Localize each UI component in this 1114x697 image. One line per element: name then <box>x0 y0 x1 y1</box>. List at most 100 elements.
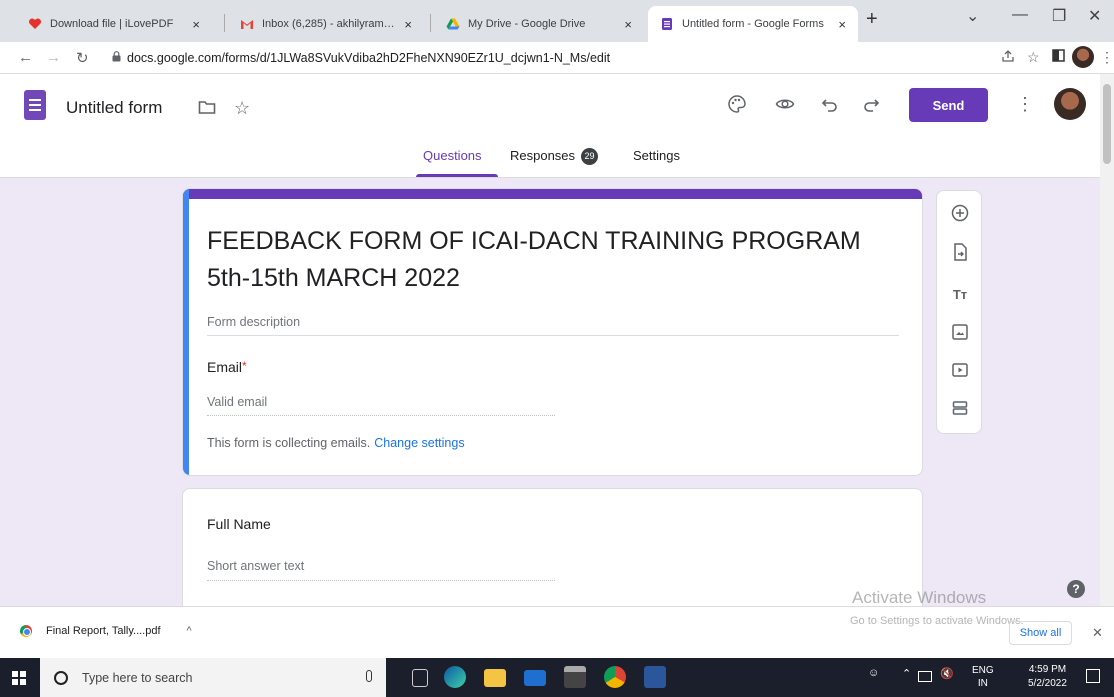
tab-drive[interactable]: My Drive - Google Drive × <box>434 6 644 42</box>
description-underline <box>207 335 899 336</box>
window-close-button[interactable]: ✕ <box>1088 6 1101 26</box>
email-label-text: Email <box>207 359 243 375</box>
tab-label: Untitled form - Google Forms <box>682 18 824 30</box>
tab-responses-label: Responses <box>510 148 576 163</box>
document-title[interactable]: Untitled form <box>66 98 162 118</box>
question-toolbar: Tт <box>936 190 982 434</box>
responses-count-badge: 29 <box>581 148 599 166</box>
side-panel-icon[interactable] <box>1052 49 1065 65</box>
download-item[interactable]: Final Report, Tally....pdf ^ <box>20 625 192 637</box>
form-description-input[interactable]: Form description <box>207 315 300 329</box>
form-title[interactable]: FEEDBACK FORM OF ICAI-DACN TRAINING PROG… <box>207 223 887 297</box>
add-video-icon[interactable] <box>949 362 971 384</box>
input-underline <box>207 580 555 581</box>
more-options-icon[interactable]: ⋮ <box>1016 94 1034 115</box>
minimize-button[interactable]: — <box>1012 6 1028 24</box>
volume-muted-icon[interactable]: 🔇 <box>940 667 954 680</box>
scrollbar-thumb[interactable] <box>1103 84 1111 164</box>
question-title[interactable]: Full Name <box>207 516 271 532</box>
url-text: docs.google.com/forms/d/1JLWa8SVukVdiba2… <box>127 51 611 65</box>
notifications-icon[interactable] <box>1086 669 1100 683</box>
task-view-icon[interactable] <box>412 669 428 687</box>
close-icon[interactable]: × <box>192 17 200 32</box>
star-icon[interactable]: ☆ <box>234 98 250 119</box>
system-clock[interactable]: 4:59 PM 5/2/2022 <box>1028 663 1067 691</box>
required-mark: * <box>242 359 247 373</box>
close-icon[interactable]: × <box>624 17 632 32</box>
avatar[interactable] <box>1054 88 1086 120</box>
edge-icon[interactable] <box>444 666 466 688</box>
forms-header: Untitled form ☆ Send ⋮ Questions Respons… <box>0 74 1100 178</box>
email-question-label: Email* <box>207 359 247 375</box>
search-icon <box>54 670 68 685</box>
tab-strip: Download file | iLovePDF × Inbox (6,285)… <box>0 0 1114 42</box>
tab-questions[interactable]: Questions <box>423 148 482 163</box>
store-icon[interactable] <box>564 666 586 688</box>
language-indicator[interactable]: ENG IN <box>972 664 994 690</box>
forms-logo-icon[interactable] <box>24 90 46 120</box>
send-button[interactable]: Send <box>909 88 988 122</box>
gmail-icon <box>240 17 254 31</box>
people-icon[interactable]: ☺ <box>868 667 879 679</box>
url-field[interactable]: docs.google.com/forms/d/1JLWa8SVukVdiba2… <box>112 46 672 70</box>
folder-icon[interactable] <box>198 99 216 120</box>
word-icon[interactable] <box>644 666 666 688</box>
tab-ilovepdf[interactable]: Download file | iLovePDF × <box>16 6 212 42</box>
add-image-icon[interactable] <box>949 324 971 346</box>
close-download-bar-icon[interactable]: ✕ <box>1092 625 1103 641</box>
change-settings-link[interactable]: Change settings <box>374 436 464 450</box>
question-card-full-name[interactable]: Full Name Short answer text <box>182 488 923 606</box>
page-scrollbar[interactable] <box>1100 74 1114 606</box>
chrome-taskbar-icon[interactable] <box>604 666 626 688</box>
undo-icon[interactable] <box>821 95 839 118</box>
download-options-caret-icon[interactable]: ^ <box>187 625 192 637</box>
tab-settings[interactable]: Settings <box>633 148 680 163</box>
active-card-indicator <box>183 189 189 475</box>
help-icon[interactable]: ? <box>1067 580 1085 598</box>
windows-taskbar: Type here to search ☺ ⌃ 🔇 ENG IN 4:59 PM … <box>0 658 1114 697</box>
short-answer-placeholder: Short answer text <box>207 559 305 573</box>
import-questions-icon[interactable] <box>949 243 971 265</box>
windows-start-icon[interactable] <box>12 671 26 685</box>
lang-bottom: IN <box>977 678 988 689</box>
drive-icon <box>446 17 460 31</box>
tray-chevron-up-icon[interactable]: ⌃ <box>902 667 911 680</box>
profile-avatar[interactable] <box>1072 46 1094 68</box>
file-explorer-icon[interactable] <box>484 669 506 687</box>
title-card-accent <box>183 189 922 199</box>
tab-responses[interactable]: Responses 29 <box>510 148 599 166</box>
close-icon[interactable]: × <box>404 17 412 32</box>
form-title-card[interactable]: FEEDBACK FORM OF ICAI-DACN TRAINING PROG… <box>182 188 923 476</box>
preview-eye-icon[interactable] <box>775 96 795 117</box>
reload-button[interactable]: ↻ <box>76 49 89 67</box>
palette-icon[interactable] <box>727 94 747 119</box>
download-bar: Final Report, Tally....pdf ^ Go to Setti… <box>0 606 1114 658</box>
mail-icon[interactable] <box>524 670 546 686</box>
form-nav-tabs: Questions Responses 29 Settings <box>0 148 1100 178</box>
add-question-icon[interactable] <box>949 204 971 226</box>
add-title-icon[interactable]: Tт <box>949 284 971 306</box>
redo-icon[interactable] <box>862 95 880 118</box>
network-icon[interactable] <box>918 671 932 682</box>
tab-gmail[interactable]: Inbox (6,285) - akhilyramteke × <box>228 6 424 42</box>
clock-date: 5/2/2022 <box>1028 678 1067 689</box>
microphone-icon[interactable] <box>366 670 372 682</box>
input-underline <box>207 415 555 416</box>
form-editor-area: FEEDBACK FORM OF ICAI-DACN TRAINING PROG… <box>0 178 1100 606</box>
forward-button[interactable]: → <box>46 49 61 66</box>
taskbar-search[interactable]: Type here to search <box>40 658 386 697</box>
collecting-text: This form is collecting emails. <box>207 436 371 450</box>
show-all-button[interactable]: Show all <box>1009 621 1072 645</box>
chevron-down-icon[interactable]: ⌄ <box>966 6 979 26</box>
tab-label: Inbox (6,285) - akhilyramteke <box>262 18 397 30</box>
address-bar: ← → ↻ docs.google.com/forms/d/1JLWa8SVuk… <box>0 42 1114 74</box>
share-icon[interactable] <box>1001 49 1015 66</box>
new-tab-button[interactable]: + <box>866 8 878 31</box>
close-icon[interactable]: × <box>838 17 846 32</box>
tab-forms[interactable]: Untitled form - Google Forms × <box>648 6 858 42</box>
add-section-icon[interactable] <box>949 400 971 422</box>
maximize-button[interactable]: ❐ <box>1052 6 1066 26</box>
back-button[interactable]: ← <box>18 49 33 66</box>
bookmark-star-icon[interactable]: ☆ <box>1027 49 1040 66</box>
browser-menu-icon[interactable]: ⋮ <box>1100 49 1114 66</box>
